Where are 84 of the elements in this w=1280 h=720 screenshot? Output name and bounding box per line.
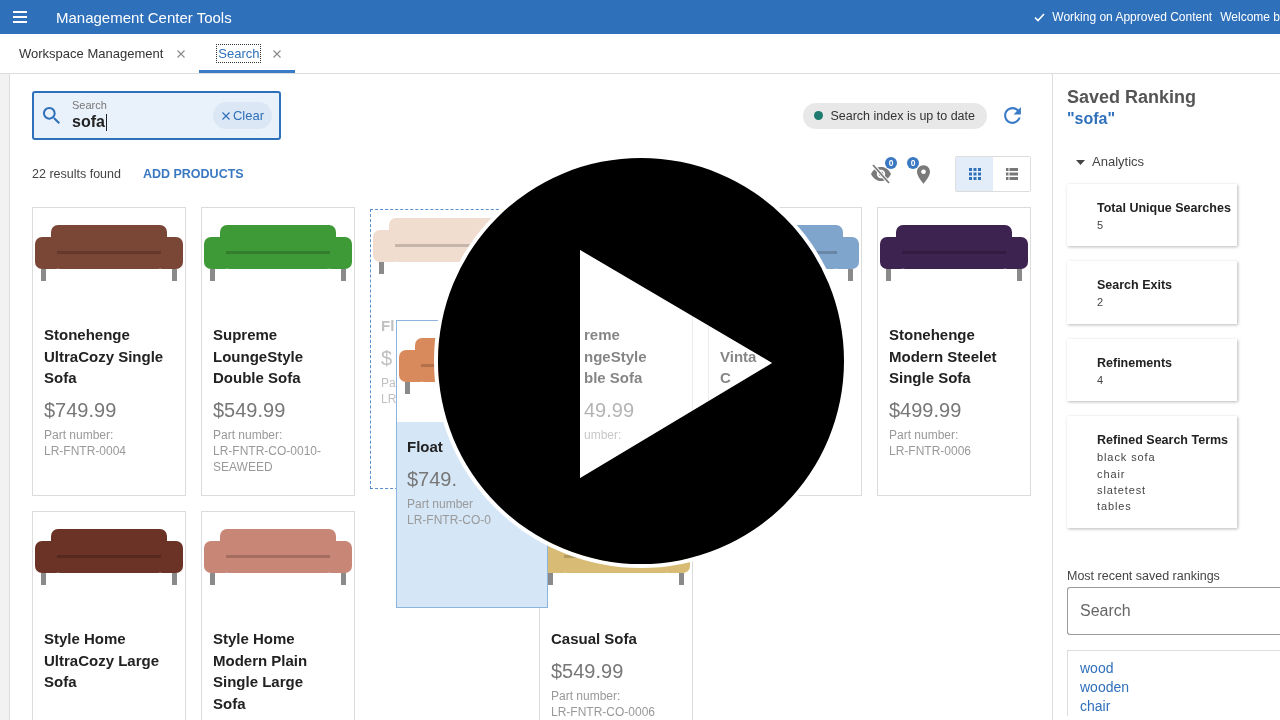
welcome-text: Welcome b [1220,10,1280,24]
product-name: Float [407,437,444,457]
product-card[interactable]: Stonehenge Modern Steelet Single Sofa $499.99 Part number: LR-FNTR-0006 [877,207,1031,496]
saved-ranking-link[interactable]: wooden [1080,677,1130,697]
product-name: Stonehenge Modern Steelet Single Sofa [889,325,998,388]
pin-icon[interactable] [917,164,930,184]
metric-value: tables [1097,499,1133,515]
saved-ranking-link[interactable]: wood [1080,658,1114,678]
menu-icon[interactable] [13,11,27,23]
product-card[interactable]: Supreme LoungeStyle Double Sofa $549.99 Part number: LR-FNTR-CO-0010-SEAWEED [201,207,355,496]
eye-slash-icon[interactable] [870,164,892,184]
product-name: Supreme LoungeStyle Double Sofa [213,325,304,388]
tab[interactable]: Search [199,34,296,73]
part-number: LR [381,390,398,407]
part-number: LR-FNTR-0004 [44,442,128,459]
product-name: reme [584,325,621,345]
app-title: Management Center Tools [56,8,232,26]
metric-label: Refined Search Terms [1097,432,1227,450]
part-number-label: Part number [407,495,475,512]
metric-value: 5 [1097,218,1106,233]
product-price: $499.99 [889,397,963,423]
product-price: $749. [407,466,459,492]
part-number-label: Part number: [551,687,622,704]
check-icon [1034,12,1046,22]
count-badge: 0 [907,157,919,169]
part-number-label: Part number: [213,426,284,443]
search-field[interactable]: Search sofa Clear [32,91,281,140]
product-name: Vinta [720,346,758,367]
product-name: ngeStyle [584,346,648,367]
product-price: $749.99 [44,397,118,423]
product-card[interactable]: Style Home Modern Plain Single Large Sofa [201,511,355,720]
part-number-label: Pa [381,374,397,391]
part-number: LR-FNTR-CO-0006 [551,703,656,720]
product-name: Stonehenge UltraCozy Single Sofa [44,325,165,388]
search-icon [43,107,60,124]
search-input[interactable]: Search [1067,586,1280,635]
add-products-link[interactable]: ADD PRODUCTS [142,167,244,181]
close-icon[interactable] [177,49,186,58]
close-icon[interactable] [273,49,282,58]
recent-rankings-label: Most recent saved rankings [1067,567,1221,585]
clear-button[interactable]: Clear [212,102,272,129]
panel-title: Saved Ranking [1067,86,1198,108]
analytics-toggle[interactable]: Analytics [1067,151,1145,173]
product-name: Casual Sofa [551,629,638,649]
refresh-icon[interactable] [1004,107,1021,124]
part-number-label: Part number: [889,426,960,443]
grid-icon [968,168,981,180]
product-card[interactable]: Style Home UltraCozy Large Sofa [32,511,186,720]
part-number: LR-FNTR-CO-0010-SEAWEED [213,442,322,475]
play-icon [580,250,772,478]
metric-label: Refinements [1097,354,1174,372]
product-price: $ [381,345,394,371]
metric-value: slatetest [1097,483,1148,499]
saved-ranking-link[interactable]: chair [1080,696,1111,716]
metric-value: 2 [1097,295,1106,311]
status-text: Search index is up to date [830,108,975,123]
count-badge: 0 [885,157,897,169]
product-name: Style Home UltraCozy Large Sofa [44,629,161,692]
metric-value: chair [1097,466,1127,482]
product-name: C [720,368,732,388]
product-price: $549.99 [213,397,287,423]
content-status: Working on Approved Content [1052,10,1213,24]
product-name: Fl [381,316,396,336]
ranking-query: "sofa" [1067,109,1117,129]
tab[interactable]: Workspace Management [0,34,200,73]
product-price: $549.99 [551,658,625,684]
search-value: sofa [72,112,105,132]
field-label: Search [72,99,107,112]
metric-value: 4 [1097,372,1106,388]
part-number: LR-FNTR-CO-0 [407,511,492,528]
metric-value: black sofa [1097,450,1157,466]
metric-label: Search Exits [1097,277,1174,295]
list-icon [1005,168,1018,180]
results-count: 22 results found [32,167,121,181]
product-card[interactable]: Stonehenge UltraCozy Single Sofa $749.99 Part number: LR-FNTR-0004 [32,207,186,496]
close-icon [221,111,230,120]
product-name: Style Home Modern Plain Single Large Sofa [213,629,309,714]
view-button[interactable] [956,157,993,191]
product-name: ble Sofa [584,368,644,388]
part-number-label: Part number: [44,426,115,443]
part-number-label: umber: [584,426,623,443]
product-price: 49.99 [584,397,636,423]
text-cursor [105,113,107,131]
part-number: LR-FNTR-0006 [889,442,973,459]
